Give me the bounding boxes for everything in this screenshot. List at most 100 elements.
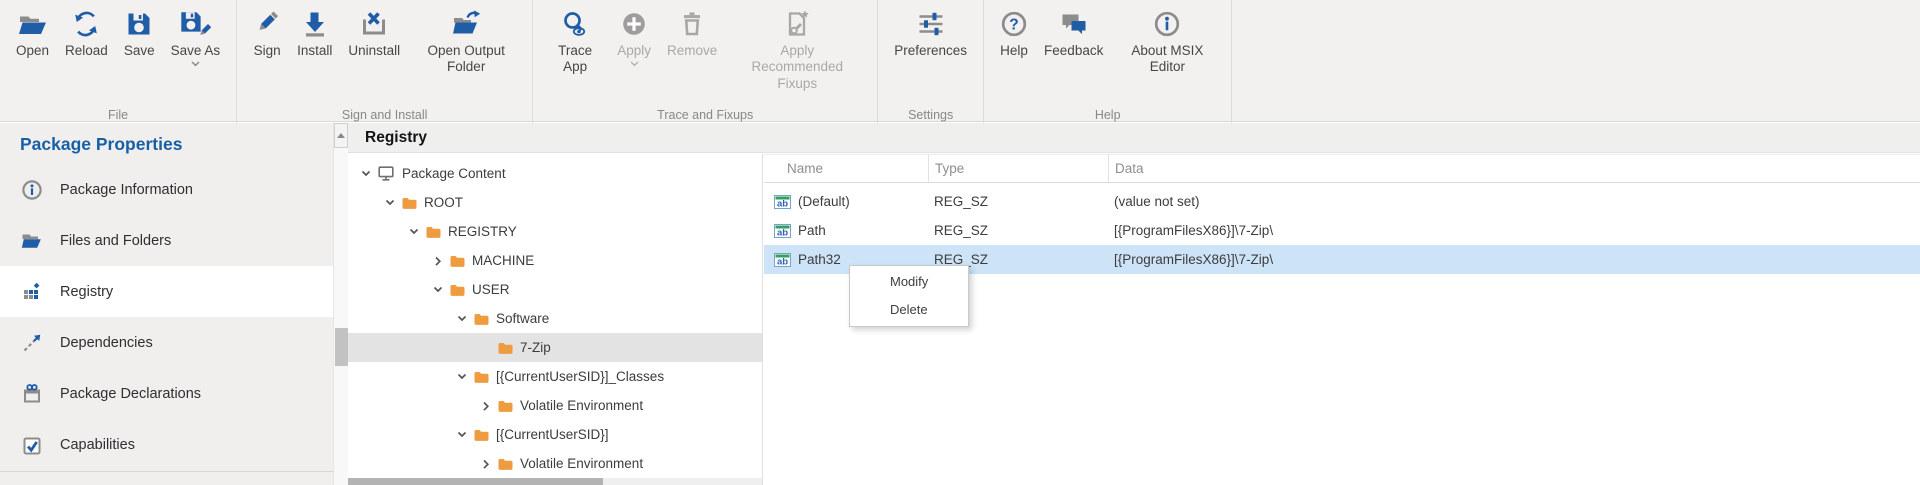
chevron-down-icon[interactable] <box>430 285 446 294</box>
chevron-down-icon[interactable] <box>454 372 470 381</box>
column-header-type[interactable]: Type <box>928 155 1108 182</box>
ribbon-button-uninstall[interactable]: Uninstall <box>340 5 408 59</box>
sidebar-scrollbar[interactable] <box>333 123 348 485</box>
column-header-name[interactable]: Name <box>764 155 928 182</box>
up-arrow-icon <box>337 133 345 138</box>
sidebar-item-dependencies[interactable]: Dependencies <box>0 317 333 368</box>
folder-icon <box>426 226 441 238</box>
folder-icon <box>498 458 513 470</box>
chevron-right-icon[interactable] <box>430 256 446 266</box>
ribbon-button-install[interactable]: Install <box>289 5 340 59</box>
apply-recommended-fixups-icon <box>783 7 811 40</box>
save-as-icon <box>179 7 211 40</box>
help-icon: ? <box>1000 7 1028 40</box>
sidebar-item-label: Package Information <box>60 182 193 198</box>
ribbon-button-label: Sign <box>254 43 281 59</box>
ribbon-button-help[interactable]: ? Help <box>992 5 1036 59</box>
scrollbar-thumb[interactable] <box>335 328 348 366</box>
tree-item-root[interactable]: ROOT <box>348 188 762 217</box>
folder-icon <box>402 197 417 209</box>
folder-icon <box>474 313 489 325</box>
ribbon-button-open-output-folder[interactable]: Open Output Folder <box>408 5 524 76</box>
ribbon-button-preferences[interactable]: Preferences <box>886 5 975 59</box>
sign-icon <box>253 7 281 40</box>
sidebar-item-label: Capabilities <box>60 437 135 453</box>
ribbon-button-remove[interactable]: Remove <box>659 5 725 59</box>
value-type-cell: REG_SZ <box>928 194 1108 209</box>
sidebar-item-package-information[interactable]: Package Information <box>0 164 333 215</box>
ribbon-button-trace-app[interactable]: Trace App <box>541 5 609 76</box>
folder-icon <box>498 342 513 354</box>
chevron-down-icon[interactable] <box>454 314 470 323</box>
svg-text:ab: ab <box>777 256 788 266</box>
tree-item-software[interactable]: Software <box>348 304 762 333</box>
ribbon-group-trace-and-fixups: Trace AppApplyRemoveApply Recommended Fi… <box>533 0 878 126</box>
tree-item-package-content[interactable]: Package Content <box>348 159 762 188</box>
trace-app-icon <box>561 7 589 40</box>
tree-item-label: Volatile Environment <box>520 398 643 413</box>
sidebar: Package Properties Package InformationFi… <box>0 123 333 485</box>
svg-text:ab: ab <box>777 227 788 237</box>
table-row-default[interactable]: ab(Default)REG_SZ(value not set) <box>764 187 1920 216</box>
ribbon-group-label: File <box>0 108 236 122</box>
install-icon <box>301 7 329 40</box>
capabilities-icon <box>21 434 43 456</box>
ribbon-button-save[interactable]: Save <box>116 5 163 59</box>
sidebar-item-package-declarations[interactable]: Package Declarations <box>0 368 333 419</box>
sidebar-item-registry[interactable]: Registry <box>0 266 333 317</box>
context-menu-item-delete[interactable]: Delete <box>850 296 968 324</box>
chevron-down-icon[interactable] <box>406 227 422 236</box>
value-data-cell: [{ProgramFilesX86}]\7-Zip\ <box>1108 223 1920 238</box>
ribbon-button-label: Install <box>297 43 332 59</box>
registry-page-title: Registry <box>348 123 1920 153</box>
sidebar-divider <box>0 471 333 472</box>
tree-item-volatile-environment[interactable]: Volatile Environment <box>348 391 762 420</box>
apply-icon <box>620 7 648 40</box>
tree-item-user[interactable]: USER <box>348 275 762 304</box>
preferences-icon <box>917 7 945 40</box>
tree-item-currentusersid-classes[interactable]: [{CurrentUserSID}]_Classes <box>348 362 762 391</box>
chevron-down-icon[interactable] <box>454 430 470 439</box>
scrollbar-up-button[interactable] <box>334 123 348 148</box>
ribbon-button-apply[interactable]: Apply <box>609 5 659 67</box>
chevron-down-icon[interactable] <box>358 169 374 178</box>
tree-item-machine[interactable]: MACHINE <box>348 246 762 275</box>
tree-item-label: 7-Zip <box>520 340 551 355</box>
ribbon-button-label: Reload <box>65 43 108 59</box>
dependencies-icon <box>21 332 43 354</box>
chevron-right-icon[interactable] <box>478 459 494 469</box>
tree-hscroll-thumb[interactable] <box>348 478 603 485</box>
context-menu-item-modify[interactable]: Modify <box>850 268 968 296</box>
folder-icon <box>450 255 465 267</box>
reload-icon <box>72 7 100 40</box>
chevron-down-icon[interactable] <box>382 198 398 207</box>
ribbon-group-help: ? HelpFeedbackAbout MSIX Editor Help <box>984 0 1232 126</box>
tree-item-7-zip[interactable]: 7-Zip <box>348 333 762 362</box>
tree-horizontal-scrollbar[interactable] <box>348 478 762 485</box>
table-row-path[interactable]: abPathREG_SZ[{ProgramFilesX86}]\7-Zip\ <box>764 216 1920 245</box>
sidebar-item-label: Files and Folders <box>60 233 171 249</box>
ribbon-button-reload[interactable]: Reload <box>57 5 116 59</box>
sidebar-item-label: Dependencies <box>60 335 153 351</box>
sidebar-item-files-and-folders[interactable]: Files and Folders <box>0 215 333 266</box>
ribbon-button-label: Help <box>1000 43 1028 59</box>
ribbon-button-feedback[interactable]: Feedback <box>1036 5 1111 59</box>
ribbon-button-about-msix-editor[interactable]: About MSIX Editor <box>1111 5 1223 76</box>
column-header-data[interactable]: Data <box>1108 155 1920 182</box>
ribbon-button-save-as[interactable]: Save As <box>163 5 229 67</box>
sidebar-item-capabilities[interactable]: Capabilities <box>0 419 333 470</box>
ribbon-group-file: Open Reload Save Save As File <box>0 0 237 126</box>
chevron-down-icon <box>191 61 200 67</box>
tree-item-registry[interactable]: REGISTRY <box>348 217 762 246</box>
tree-item-currentusersid[interactable]: [{CurrentUserSID}] <box>348 420 762 449</box>
chevron-right-icon[interactable] <box>478 401 494 411</box>
tree-item-volatile-environment[interactable]: Volatile Environment <box>348 449 762 478</box>
ribbon-button-label: Save As <box>171 43 221 59</box>
ribbon-button-apply-recommended-fixups[interactable]: Apply Recommended Fixups <box>725 5 869 92</box>
ribbon-button-open[interactable]: Open <box>8 5 57 59</box>
value-data-cell: (value not set) <box>1108 194 1920 209</box>
ribbon-button-label: Save <box>124 43 155 59</box>
value-name-cell: ab(Default) <box>764 194 928 209</box>
ribbon-button-sign[interactable]: Sign <box>245 5 289 59</box>
files-and-folders-icon <box>21 230 43 252</box>
